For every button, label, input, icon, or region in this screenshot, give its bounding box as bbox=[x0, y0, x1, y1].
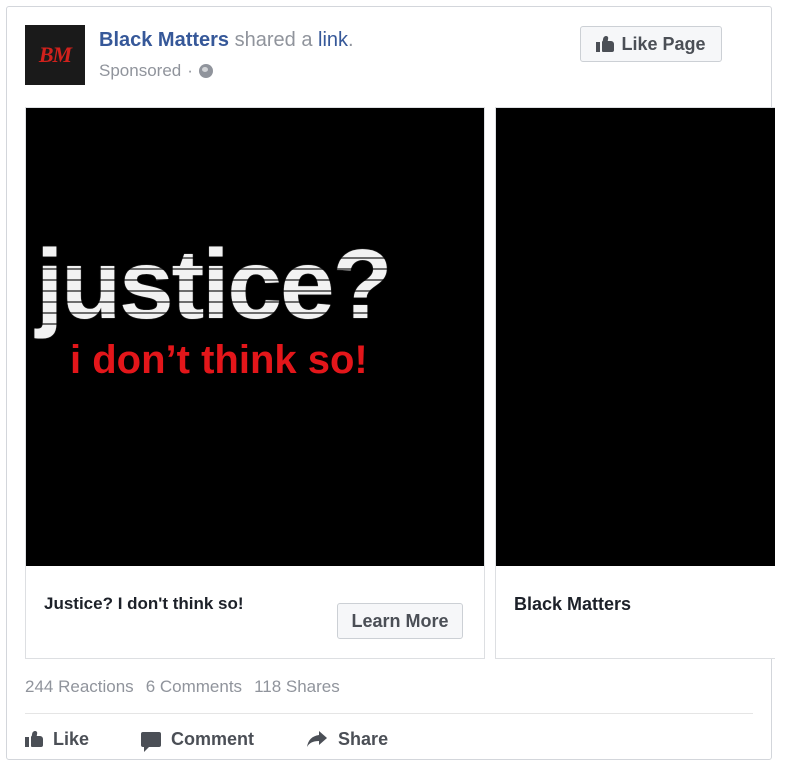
card-image[interactable]: justice? i don’t think so! bbox=[26, 108, 484, 566]
comment-button[interactable]: Comment bbox=[141, 728, 255, 752]
actions-divider bbox=[25, 713, 753, 714]
share-button[interactable]: Share bbox=[306, 729, 388, 750]
comment-label: Comment bbox=[171, 728, 255, 749]
image-subtitle-text: i don’t think so! bbox=[70, 338, 368, 382]
link-word[interactable]: link bbox=[318, 29, 348, 51]
globe-icon bbox=[198, 64, 213, 78]
thumbs-up-icon bbox=[25, 731, 43, 747]
page-name-link[interactable]: Black Matters bbox=[99, 29, 229, 51]
sponsored-post: BM Black Matters shared a link. Sponsore… bbox=[6, 6, 775, 760]
share-arrow-icon bbox=[306, 730, 328, 748]
shared-text: shared a bbox=[229, 29, 319, 51]
card-title[interactable]: Justice? I don't think so! bbox=[44, 594, 244, 614]
reactions-count[interactable]: 244 Reactions bbox=[25, 677, 134, 697]
like-page-button[interactable]: Like Page bbox=[580, 26, 722, 62]
card-image-2[interactable] bbox=[496, 108, 775, 566]
post-headline: Black Matters shared a link. bbox=[99, 29, 354, 52]
shares-count[interactable]: 118 Shares bbox=[254, 677, 340, 697]
meta-separator: · bbox=[187, 61, 193, 80]
headline-period: . bbox=[348, 29, 354, 51]
carousel-card-2[interactable]: Black Matters bbox=[495, 107, 775, 659]
comment-icon bbox=[141, 731, 162, 752]
engagement-stats: 244 Reactions 6 Comments 118 Shares bbox=[25, 677, 340, 697]
avatar-logo-text: BM bbox=[38, 42, 72, 67]
like-button[interactable]: Like bbox=[25, 729, 89, 750]
thumbs-up-icon bbox=[596, 36, 615, 52]
learn-more-button[interactable]: Learn More bbox=[337, 603, 463, 639]
share-label: Share bbox=[338, 728, 389, 749]
action-bar: Like Comment Share bbox=[25, 721, 440, 757]
card-title-2[interactable]: Black Matters bbox=[514, 594, 631, 615]
carousel-card-1[interactable]: justice? i don’t think so! Justice? I do… bbox=[25, 107, 485, 659]
post-meta: Sponsored · bbox=[99, 61, 213, 81]
image-headline-text: justice? bbox=[36, 229, 392, 339]
like-page-label: Like Page bbox=[621, 33, 706, 54]
like-label: Like bbox=[53, 728, 90, 749]
sponsored-label[interactable]: Sponsored bbox=[99, 61, 181, 81]
comments-count[interactable]: 6 Comments bbox=[146, 677, 242, 697]
page-avatar[interactable]: BM bbox=[25, 25, 85, 85]
